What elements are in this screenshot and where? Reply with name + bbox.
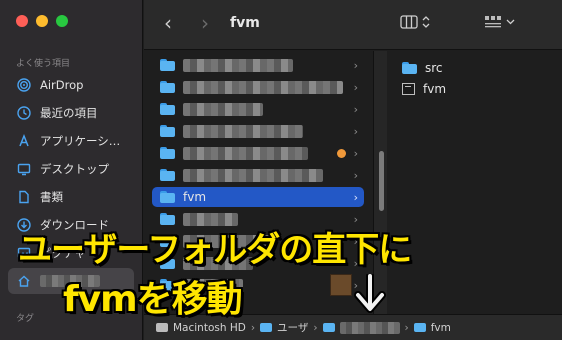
sidebar-item-recents[interactable]: 最近の項目 [8,100,134,126]
caption-line-1: ユーザーフォルダの直下に [18,230,412,270]
group-button[interactable] [484,15,515,29]
clock-icon [16,105,32,121]
redacted-username [339,321,400,334]
favorites-section-label: よく使う項目 [16,59,71,69]
chevron-right-icon: › [353,124,358,138]
chevron-right-icon: › [353,146,358,160]
minimize-button[interactable] [36,15,48,27]
list-item[interactable]: › [152,55,364,75]
sidebar-item-label: AirDrop [40,78,84,92]
chevron-down-icon [506,19,515,25]
sidebar-item-label: アプリケーシ… [40,134,121,148]
sidebar-item-documents[interactable]: 書類 [8,184,134,210]
sidebar-item-desktop[interactable]: デスクトップ [8,156,134,182]
chevron-right-icon: › [353,168,358,182]
folder-icon [160,191,175,203]
path-separator: › [313,321,318,334]
path-segment-disk[interactable]: Macintosh HD [156,322,246,334]
path-separator: › [404,321,409,334]
chevron-right-icon: › [353,80,358,94]
folder-icon [160,81,175,93]
sidebar-item-label: デスクトップ [40,162,109,176]
folder-icon [160,103,175,115]
redacted-name [183,124,303,138]
chevron-right-icon: › [353,190,358,204]
folder-icon [160,125,175,137]
sidebar-item-applications[interactable]: アプリケーシ… [8,128,134,154]
down-arrow-icon [354,274,386,313]
document-icon [16,189,32,205]
list-item[interactable]: › [152,99,364,119]
list-item-src[interactable]: src [402,58,443,78]
folder-icon [260,323,273,332]
redacted-name [183,146,308,160]
folder-icon [160,59,175,71]
folder-icon [322,323,335,332]
orange-tag-dot [337,148,346,158]
redacted-name [183,58,293,72]
path-segment-fvm[interactable]: fvm [413,321,451,334]
finder-window: よく使う項目 AirDrop 最近の項目 アプリケーシ… デスクトップ 書類 ダ… [0,0,562,340]
list-item-label: fvm [423,82,447,96]
toolbar: ‹ › fvm [144,0,562,50]
list-item[interactable]: › [152,165,364,185]
sidebar-item-label: 書類 [40,190,63,204]
forward-button[interactable]: › [201,13,209,33]
sidebar-item-airdrop[interactable]: AirDrop [8,72,134,98]
window-controls [16,15,68,27]
list-item-fvm-binary[interactable]: fvm [402,79,446,99]
back-button[interactable]: ‹ [164,13,172,33]
folder-icon [160,147,175,159]
path-segment-label: ユーザ [277,322,309,334]
scrollbar-thumb[interactable] [379,151,384,211]
close-button[interactable] [16,15,28,27]
list-item[interactable]: › [152,121,364,141]
path-separator: › [250,321,256,334]
hard-drive-icon [156,323,168,332]
path-segment-label: fvm [430,321,451,334]
list-item-label: fvm [183,190,207,204]
redacted-name [183,80,343,94]
chevron-updown-icon [422,16,430,28]
redacted-name [183,102,263,116]
chevron-right-icon: › [353,102,358,116]
tags-section-label: タグ [16,314,35,324]
view-mode-button[interactable] [400,15,430,29]
window-title: fvm [230,15,260,31]
folder-icon [402,62,417,74]
folder-icon [160,169,175,181]
redacted-name [183,168,323,182]
sidebar-item-label: 最近の項目 [40,106,98,120]
applications-icon [16,133,32,149]
caption-line-2: fvmを移動 [63,279,243,320]
chevron-right-icon: › [353,58,358,72]
zoom-button[interactable] [56,15,68,27]
column-view-icon [400,15,418,29]
list-item-fvm[interactable]: fvm › [152,187,364,207]
list-item[interactable]: › [152,143,364,163]
desktop-icon [16,161,32,177]
path-segment-users[interactable]: ユーザ [260,320,308,335]
airdrop-icon [16,77,32,93]
list-item[interactable]: › [152,77,364,97]
path-segment-home[interactable] [322,321,400,334]
grid-icon [485,16,501,28]
folder-icon [413,323,426,332]
path-segment-label: Macintosh HD [173,321,246,334]
file-icon [402,83,415,95]
thumbnail-icon [330,274,352,296]
home-icon [16,273,32,289]
list-item-label: src [425,61,443,75]
column-fvm: src fvm [388,51,562,314]
